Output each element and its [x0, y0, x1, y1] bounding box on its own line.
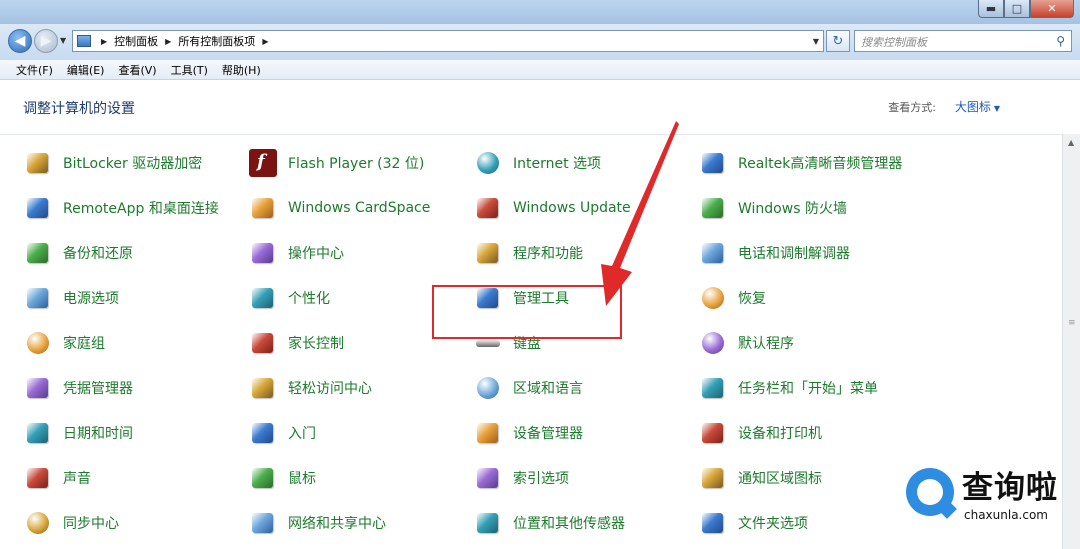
- watermark-q-icon: [906, 468, 954, 516]
- watermark-url: chaxunla.com: [964, 508, 1048, 522]
- watermark: 查询啦 chaxunla.com: [904, 466, 1074, 526]
- annotation-arrow-shape: [601, 121, 679, 306]
- watermark-text: 查询啦: [962, 470, 1058, 506]
